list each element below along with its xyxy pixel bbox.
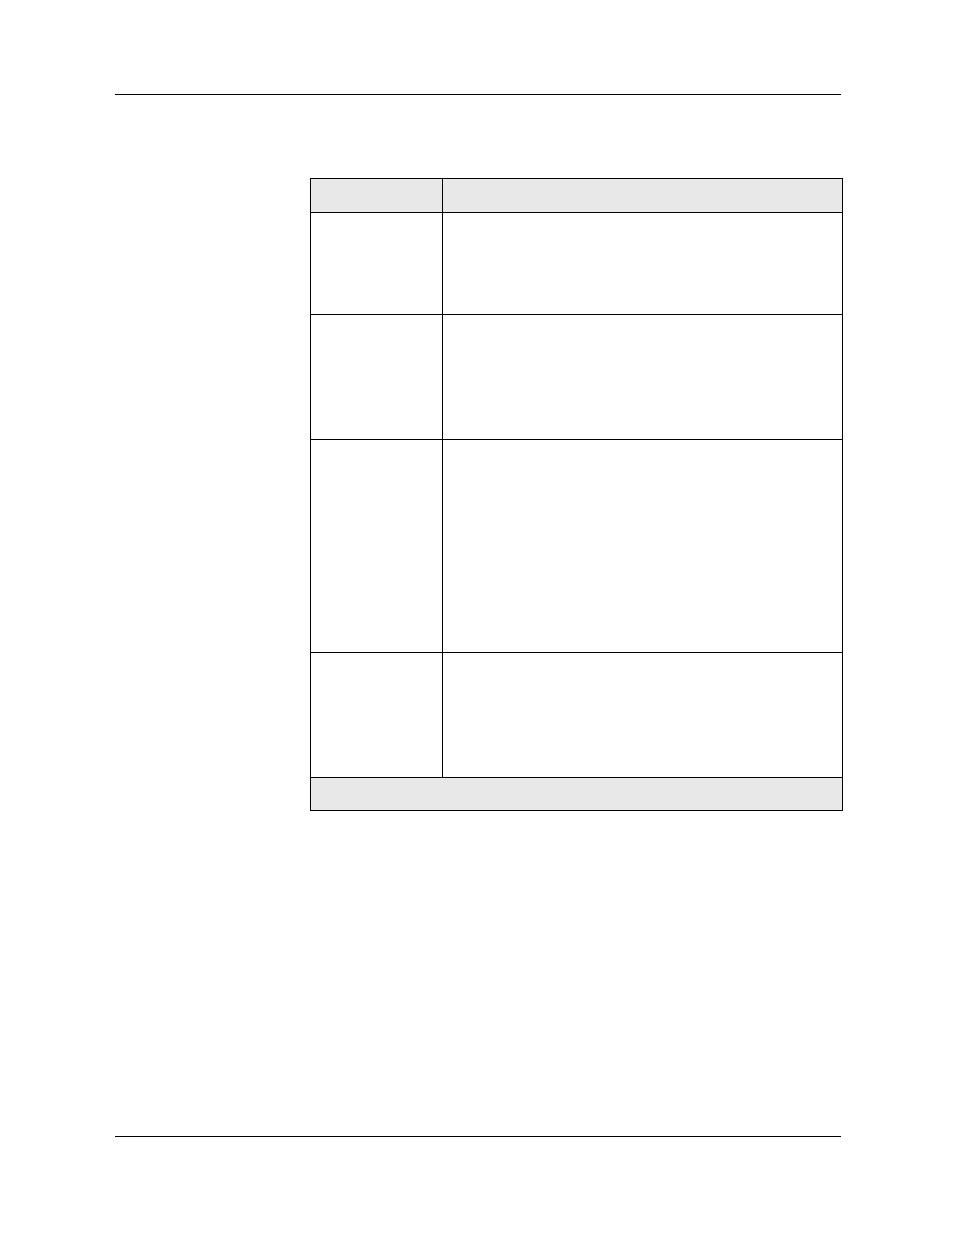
table-cell — [311, 213, 443, 315]
table-header-cell-1 — [311, 179, 443, 213]
table-cell — [443, 213, 843, 315]
table-header-cell-2 — [443, 179, 843, 213]
table-cell — [443, 315, 843, 440]
table-header-row — [311, 179, 843, 213]
table-row — [311, 213, 843, 315]
table-row — [311, 440, 843, 653]
table-row — [311, 653, 843, 778]
table-footer-cell — [311, 778, 843, 811]
bottom-horizontal-rule — [115, 1136, 841, 1137]
top-horizontal-rule — [115, 94, 841, 95]
table-cell — [311, 315, 443, 440]
table-cell — [443, 653, 843, 778]
table-cell — [311, 440, 443, 653]
table-footer-row — [311, 778, 843, 811]
content-table — [310, 178, 843, 811]
table-cell — [443, 440, 843, 653]
table-row — [311, 315, 843, 440]
table-cell — [311, 653, 443, 778]
